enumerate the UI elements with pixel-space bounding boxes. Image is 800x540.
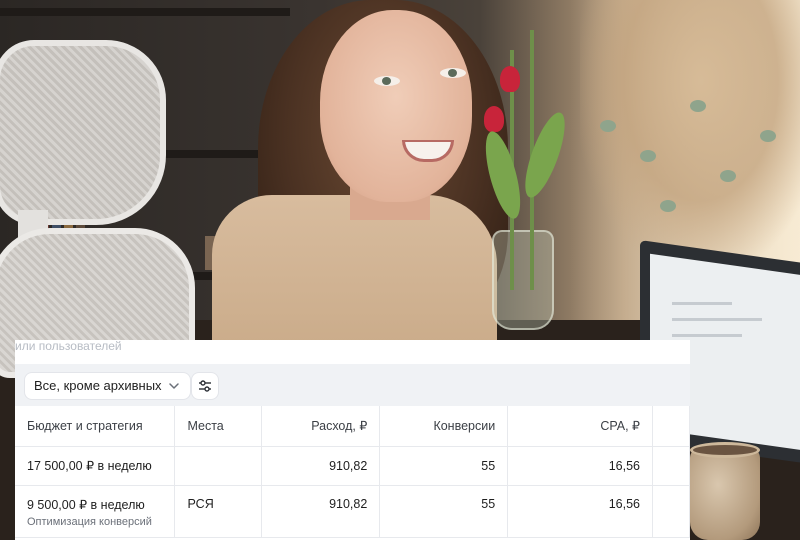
column-header-conversions[interactable]: Конверсии xyxy=(379,406,509,447)
column-header-placements[interactable]: Места xyxy=(174,406,263,447)
eucalyptus-leaf xyxy=(660,200,676,212)
column-header-budget[interactable]: Бюджет и стратегия xyxy=(15,406,176,447)
extra-cell xyxy=(652,485,690,538)
conversions-cell: 55 xyxy=(379,485,509,538)
eucalyptus-leaf xyxy=(760,130,776,142)
budget-value: 9 500,00 ₽ в неделю xyxy=(27,497,145,512)
table-row[interactable]: 17 500,00 ₽ в неделю 910,82 55 16,56 xyxy=(15,446,690,486)
spend-cell: 910,82 xyxy=(261,485,381,538)
tulips xyxy=(478,10,573,310)
placements-cell: РСЯ xyxy=(174,485,263,538)
cpa-cell: 16,56 xyxy=(507,446,653,486)
table-row[interactable]: 9 500,00 ₽ в неделю Оптимизация конверси… xyxy=(15,485,690,538)
laptop-text-line xyxy=(672,318,762,321)
eucalyptus-leaf xyxy=(600,120,616,132)
eucalyptus-leaf xyxy=(690,100,706,112)
eye xyxy=(440,68,466,78)
eye xyxy=(374,76,400,86)
chevron-down-icon xyxy=(168,383,179,389)
strategy-label: Оптимизация конверсий xyxy=(27,515,152,528)
shelf xyxy=(0,8,290,16)
campaigns-panel: или пользователей Все, кроме архивных Бю… xyxy=(15,340,690,540)
extra-cell xyxy=(652,446,690,486)
column-header-cpa[interactable]: CPA, ₽ xyxy=(507,406,653,447)
status-filter-label: Все, кроме архивных xyxy=(34,378,162,393)
search-hint: или пользователей xyxy=(15,340,122,353)
table-header-row: Бюджет и стратегия Места Расход, ₽ Конве… xyxy=(15,406,690,447)
status-filter-select[interactable]: Все, кроме архивных xyxy=(25,373,190,399)
mug xyxy=(690,448,760,540)
budget-cell: 9 500,00 ₽ в неделю Оптимизация конверси… xyxy=(15,485,176,538)
budget-cell: 17 500,00 ₽ в неделю xyxy=(15,446,176,486)
column-header-spend[interactable]: Расход, ₽ xyxy=(261,406,381,447)
laptop-text-line xyxy=(672,302,732,305)
eucalyptus-leaf xyxy=(640,150,656,162)
face xyxy=(320,10,472,202)
conversions-cell: 55 xyxy=(379,446,509,486)
cpa-cell: 16,56 xyxy=(507,485,653,538)
filter-toolbar: Все, кроме архивных xyxy=(15,364,690,406)
column-header-extra xyxy=(652,406,690,447)
chair-headrest xyxy=(0,40,166,225)
sliders-icon xyxy=(199,380,211,392)
filters-button[interactable] xyxy=(192,373,218,399)
campaigns-table: Бюджет и стратегия Места Расход, ₽ Конве… xyxy=(15,406,690,538)
budget-value: 17 500,00 ₽ в неделю xyxy=(27,459,152,473)
laptop-text-line xyxy=(672,334,742,337)
mug-rim xyxy=(690,442,760,458)
eucalyptus-leaf xyxy=(720,170,736,182)
placements-cell xyxy=(174,446,263,486)
spend-cell: 910,82 xyxy=(261,446,381,486)
